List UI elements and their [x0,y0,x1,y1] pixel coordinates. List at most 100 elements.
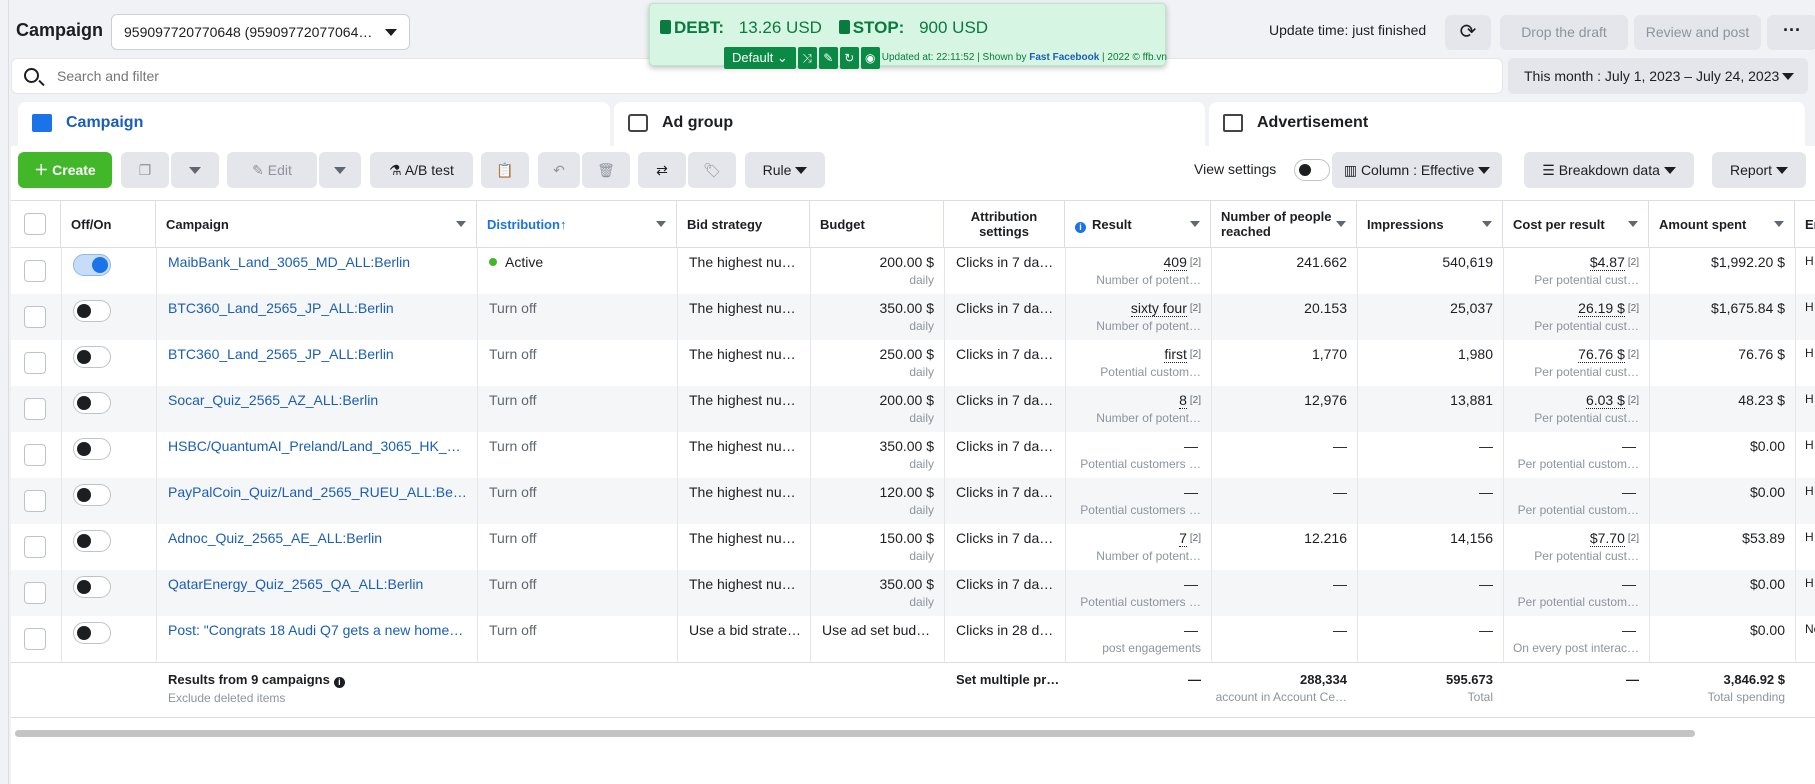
row-checkbox[interactable] [24,536,46,558]
info-icon[interactable]: i [333,677,345,688]
tab-advertisement[interactable]: Advertisement [1209,102,1805,148]
distribution-status: Turn off [477,340,677,386]
campaign-name-link[interactable]: BTC360_Land_2565_JP_ALL:Berlin [156,294,477,340]
delete-button[interactable]: 🗑 [582,152,630,188]
row-checkbox[interactable] [24,260,46,282]
edit-dropdown[interactable] [319,152,361,188]
campaign-toggle[interactable] [73,392,111,414]
col-budget[interactable]: Budget [810,201,944,248]
col-end[interactable]: End [1795,201,1815,248]
col-amount-spent[interactable]: Amount spent [1649,201,1795,248]
distribution-status: Turn off [477,616,677,662]
view-settings-toggle[interactable] [1294,159,1330,181]
distribution-status: Turn off [477,478,677,524]
table-row[interactable]: QatarEnergy_Quiz_2565_QA_ALL:Berlin Turn … [11,570,1815,616]
copy-icon: ❐ [138,162,152,178]
campaign-name-link[interactable]: Adnoc_Quiz_2565_AE_ALL:Berlin [156,524,477,570]
campaign-account-select[interactable]: 959097720770648 (95909772077064… [111,14,410,50]
campaign-toggle[interactable] [73,300,111,322]
col-impressions[interactable]: Impressions [1357,201,1503,248]
rule-button[interactable]: Rule [745,152,825,188]
undo-button[interactable]: ↶ [538,152,580,188]
row-checkbox[interactable] [24,628,46,650]
col-result[interactable]: i Result [1065,201,1211,248]
row-checkbox[interactable] [24,306,46,328]
table-row[interactable]: MaibBank_Land_3065_MD_ALL:Berlin Active Th… [11,248,1815,294]
campaign-name-link[interactable]: Socar_Quiz_2565_AZ_ALL:Berlin [156,386,477,432]
ffb-profile-dropdown[interactable]: Default ⌄ [724,47,796,69]
campaign-name-link[interactable]: MaibBank_Land_3065_MD_ALL:Berlin [156,248,477,294]
review-post-button[interactable]: Review and post [1634,15,1761,50]
col-bid-strategy[interactable]: Bid strategy [677,201,810,248]
campaign-toggle[interactable] [73,438,111,460]
ffb-brand-link[interactable]: Fast Facebook [1029,52,1099,63]
table-row[interactable]: BTC360_Land_2565_JP_ALL:Berlin Turn off Th… [11,340,1815,386]
preview-button[interactable]: ⇄ [638,152,686,188]
campaign-toggle[interactable] [73,484,111,506]
shuffle-icon[interactable]: ⤨ [797,47,817,69]
col-campaign[interactable]: Campaign [156,201,477,248]
duplicate-button[interactable]: ❐ [121,152,169,188]
report-dropdown[interactable]: Report [1712,152,1806,188]
campaign-name-link[interactable]: QatarEnergy_Quiz_2565_QA_ALL:Berlin [156,570,477,616]
campaign-toggle[interactable] [73,576,111,598]
tab-ad-group[interactable]: Ad group [614,102,1205,148]
col-cost-per-result[interactable]: Cost per result [1503,201,1649,248]
hide-icon[interactable]: ◉ [860,47,880,69]
campaign-name-link[interactable]: HSBC/QuantumAI_Preland/Land_3065_HK_A… [156,432,477,478]
table-row[interactable]: Post: "Congrats 18 Audi Q7 gets a new ho… [11,616,1815,662]
undo-icon: ↶ [553,162,565,178]
clipboard-button[interactable]: 📋 [481,152,529,188]
ab-test-button[interactable]: ⚗ A/B test [370,152,473,188]
edit-icon[interactable]: ✎ [818,47,838,69]
col-offon[interactable]: Off/On [61,201,156,248]
tag-button[interactable]: 🏷 [688,152,736,188]
row-checkbox[interactable] [24,582,46,604]
horizontal-scrollbar[interactable] [15,730,1695,737]
chevron-down-icon [1478,167,1491,174]
more-options-button[interactable]: ··· [1767,15,1815,50]
refresh-button[interactable]: ⟳ [1445,15,1491,50]
duplicate-dropdown[interactable] [171,152,219,188]
row-checkbox[interactable] [24,398,46,420]
edit-button[interactable]: ✎ Edit [227,152,317,188]
row-checkbox[interactable] [24,490,46,512]
campaign-account-select-value: 959097720770648 (95909772077064… [124,24,373,40]
end-cell: H [1805,254,1814,268]
drop-draft-button[interactable]: Drop the draft [1500,15,1628,50]
campaign-toggle[interactable] [73,346,111,368]
column-dropdown[interactable]: ▥ Column : Effective [1332,152,1502,188]
campaign-toggle[interactable] [73,254,111,276]
budget-value: 350.00 $ [879,576,935,592]
sync-icon[interactable]: ↻ [839,47,859,69]
col-reach[interactable]: Number of people reached [1211,201,1357,248]
table-row[interactable]: BTC360_Land_2565_JP_ALL:Berlin Turn off Th… [11,294,1815,340]
campaign-name-link[interactable]: PayPalCoin_Quiz/Land_2565_RUEU_ALL:Berli… [156,478,477,524]
col-distribution[interactable]: Distribution↑ [477,201,677,248]
campaign-toggle[interactable] [73,622,111,644]
bid-strategy-cell: The highest nu… [689,254,796,270]
campaign-toggle[interactable] [73,530,111,552]
table-row[interactable]: HSBC/QuantumAI_Preland/Land_3065_HK_A… Tu… [11,432,1815,478]
trash-icon: 🗑 [597,162,615,178]
breakdown-dropdown[interactable]: ☰ Breakdown data [1524,152,1694,188]
table-row[interactable]: PayPalCoin_Quiz/Land_2565_RUEU_ALL:Berli… [11,478,1815,524]
sort-dropdown-icon [456,221,466,227]
row-checkbox[interactable] [24,352,46,374]
campaign-name-link[interactable]: BTC360_Land_2565_JP_ALL:Berlin [156,340,477,386]
create-button[interactable]: ＋ Create [18,152,112,188]
tab-campaign[interactable]: Campaign [18,102,610,148]
campaign-name-link[interactable]: Post: "Congrats 18 Audi Q7 gets a new ho… [156,616,477,662]
date-range-picker[interactable]: This month : July 1, 2023 – July 24, 202… [1508,58,1808,94]
table-row[interactable]: Socar_Quiz_2565_AZ_ALL:Berlin Turn off The… [11,386,1815,432]
row-select-cell [11,478,61,524]
row-checkbox[interactable] [24,444,46,466]
end-cell: Nov [1805,622,1815,636]
col-attribution[interactable]: Attribution settings [944,201,1065,248]
tag-icon: 🏷 [703,162,721,178]
distribution-status: Turn off [477,432,677,478]
select-all-checkbox[interactable] [24,213,46,235]
distribution-status-text: Turn off [489,530,537,546]
budget-value: 200.00 $ [879,254,935,270]
table-row[interactable]: Adnoc_Quiz_2565_AE_ALL:Berlin Turn off The… [11,524,1815,570]
